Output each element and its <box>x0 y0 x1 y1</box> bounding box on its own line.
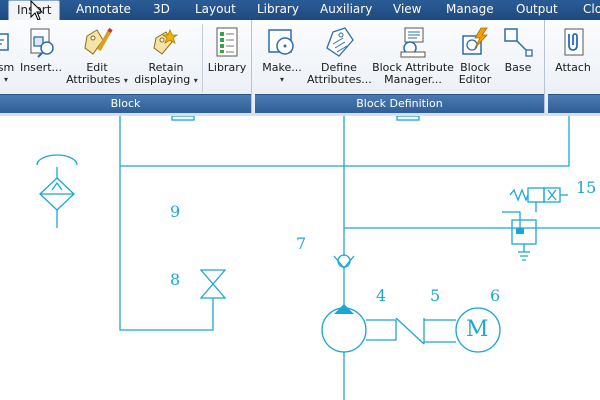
define-attributes-label-2: Attributes... <box>307 73 372 86</box>
chevron-down-icon: ▾ <box>3 75 8 84</box>
throttle-valve-8 <box>199 269 227 299</box>
filter-top-arc <box>36 154 78 166</box>
drawing-canvas[interactable]: 9 8 7 4 5 6 15 M <box>0 116 600 400</box>
chevron-down-icon: ▾ <box>123 76 128 85</box>
insert-block-label: Insert... <box>19 61 63 74</box>
reference-panel: Attach <box>548 20 600 113</box>
retain-displaying-button[interactable]: Retain displaying ▾ <box>132 22 200 92</box>
base-point-icon <box>504 28 533 57</box>
block-attribute-manager-icon <box>400 27 426 58</box>
valve-spool-left <box>527 187 545 203</box>
tab-layout[interactable]: Layout <box>195 0 236 20</box>
ribbon: sm ▾ Insert... Edit Attributes ▾ Retain … <box>0 20 600 114</box>
block-editor-icon <box>462 27 488 55</box>
base-point-button[interactable]: Base <box>497 22 539 92</box>
define-attributes-icon <box>326 27 354 57</box>
mechanism-button[interactable]: sm ▾ <box>0 22 18 92</box>
library-label: Library <box>207 61 247 74</box>
edit-attributes-label-2-text: Attributes <box>66 73 121 86</box>
block-attribute-manager-button[interactable]: Block Attribute Manager... <box>371 22 455 92</box>
mechanism-label: sm <box>0 61 15 74</box>
coupling-left-line <box>395 317 425 345</box>
base-point-label: Base <box>504 61 532 74</box>
chevron-down-icon: ▾ <box>279 75 284 84</box>
check-valve-seat <box>333 255 355 270</box>
left-circuit-frame <box>119 116 214 331</box>
retain-displaying-label-2: displaying ▾ <box>132 74 200 87</box>
tab-auxiliary[interactable]: Auxiliary <box>320 0 372 20</box>
label-4: 4 <box>376 286 387 305</box>
block-attribute-manager-label-2: Manager... <box>384 73 442 86</box>
tab-output[interactable]: Output <box>516 0 558 20</box>
edit-attributes-button[interactable]: Edit Attributes ▾ <box>64 22 130 92</box>
block-definition-panel-title: Block Definition <box>255 94 544 113</box>
insert-block-button[interactable]: Insert... <box>18 22 64 92</box>
tab-view[interactable]: View <box>393 0 421 20</box>
tab-annotate[interactable]: Annotate <box>76 0 131 20</box>
chevron-down-icon: ▾ <box>193 76 198 85</box>
valve-cross <box>547 189 557 201</box>
retain-displaying-icon <box>153 28 179 55</box>
label-5: 5 <box>430 286 441 305</box>
library-button[interactable]: Library <box>204 22 250 92</box>
pump-shaft-housing <box>366 319 397 341</box>
check-valve-ball <box>337 254 351 268</box>
valve-spring <box>509 188 529 202</box>
motor-shaft <box>424 319 456 343</box>
ribbon-tab-bar: Insert Annotate 3D Layout Library Auxili… <box>0 0 600 21</box>
ground-symbol <box>518 251 530 261</box>
define-attributes-button[interactable]: Define Attributes... <box>307 22 372 92</box>
tab-close-partial[interactable]: Clo <box>583 0 600 20</box>
top-connector-right <box>396 116 420 121</box>
block-editor-button[interactable]: Block Editor <box>455 22 495 92</box>
tab-3d[interactable]: 3D <box>153 0 170 20</box>
label-8: 8 <box>170 270 181 289</box>
hydraulic-schematic <box>36 116 600 400</box>
filter-arrow <box>51 181 63 191</box>
cad-application-window: Insert Annotate 3D Layout Library Auxili… <box>0 0 600 400</box>
block-definition-panel: Make... ▾ Define Attributes... Block Att… <box>255 20 545 113</box>
label-7: 7 <box>296 234 307 253</box>
tab-library[interactable]: Library <box>257 0 299 20</box>
attach-label: Attach <box>555 61 591 74</box>
make-block-button[interactable]: Make... ▾ <box>257 22 307 92</box>
hydraulic-pump <box>321 307 367 353</box>
make-block-label: Make... <box>262 61 302 74</box>
edit-attributes-icon <box>84 27 113 55</box>
label-9: 9 <box>170 202 181 221</box>
relief-valve-indicator <box>516 228 524 234</box>
attach-button[interactable]: Attach <box>550 22 596 92</box>
motor-symbol-label: M <box>466 317 489 342</box>
insert-block-icon <box>30 28 54 58</box>
retain-displaying-label-2-text: displaying <box>134 73 191 86</box>
block-panel-title: Block <box>0 94 251 113</box>
attach-icon <box>564 28 584 56</box>
tab-manage[interactable]: Manage <box>446 0 494 20</box>
make-block-icon <box>268 29 294 55</box>
block-panel: sm ▾ Insert... Edit Attributes ▾ Retain … <box>0 20 252 113</box>
mouse-cursor-icon <box>30 0 44 21</box>
library-icon <box>216 27 238 57</box>
label-6: 6 <box>490 286 501 305</box>
block-editor-label-2: Editor <box>458 73 492 86</box>
label-15: 15 <box>576 178 597 197</box>
reference-panel-title <box>548 94 600 113</box>
edit-attributes-label-2: Attributes ▾ <box>64 74 130 87</box>
top-connector-left <box>171 116 195 121</box>
panel-separator <box>202 24 203 92</box>
